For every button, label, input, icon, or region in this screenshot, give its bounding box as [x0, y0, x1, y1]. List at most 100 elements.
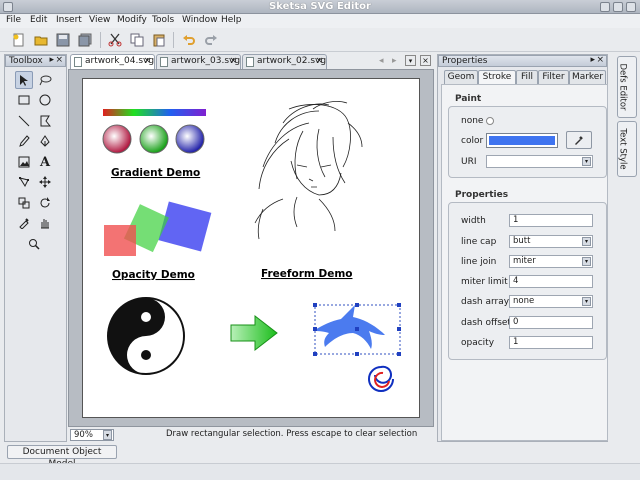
paste-icon[interactable] [150, 31, 167, 48]
anime-sketch[interactable] [254, 101, 363, 240]
ellipse-tool-icon[interactable] [36, 91, 54, 109]
line-join-value: miter [513, 256, 536, 266]
line-tool-icon[interactable] [15, 112, 33, 130]
line-cap-value: butt [513, 236, 531, 246]
red-gradient-circle[interactable] [102, 124, 132, 154]
eyedropper-tool-icon[interactable] [15, 214, 33, 232]
properties-group-label: Properties [455, 190, 509, 200]
yin-yang[interactable] [107, 297, 185, 375]
green-gradient-circle[interactable] [139, 124, 169, 154]
zoom-select[interactable]: 90% ▾ [70, 429, 114, 441]
dash-offset-input[interactable]: 0 [509, 316, 593, 329]
drawing-page[interactable]: Gradient Demo Opacity Demo Freeform Demo [82, 78, 420, 418]
pencil-tool-icon[interactable] [15, 132, 33, 150]
dash-array-select[interactable]: none ▾ [509, 295, 593, 308]
menu-modify[interactable]: Modify [117, 15, 147, 25]
document-tabs: artwork_04.svg × artwork_03.svg × artwork_… [68, 54, 434, 69]
move-tool-icon[interactable] [36, 173, 54, 191]
panel-close-icon[interactable]: × [55, 55, 63, 66]
opacity-label: opacity [461, 338, 495, 348]
hand-tool-icon[interactable] [36, 214, 54, 232]
tab-marker[interactable]: Marker [569, 70, 606, 84]
menu-edit[interactable]: Edit [30, 15, 47, 25]
color-swatch-button[interactable] [486, 133, 558, 148]
maximize-icon[interactable] [613, 2, 623, 12]
gradient-bar[interactable] [103, 109, 206, 116]
cut-icon[interactable] [106, 31, 123, 48]
line-join-select[interactable]: miter ▾ [509, 255, 593, 268]
tab-list-icon[interactable]: ▾ [405, 55, 416, 66]
image-tool-icon[interactable] [15, 153, 33, 171]
lasso-tool-icon[interactable] [36, 71, 54, 89]
close-document-icon[interactable]: × [420, 55, 431, 66]
main-toolbar [0, 28, 640, 52]
open-file-icon[interactable] [32, 31, 49, 48]
scroll-left-icon[interactable]: ◂ [379, 56, 384, 66]
node-edit-tool-icon[interactable] [15, 173, 33, 191]
copy-icon[interactable] [128, 31, 145, 48]
menu-insert[interactable]: Insert [56, 15, 82, 25]
save-all-icon[interactable] [76, 31, 93, 48]
tab-filter[interactable]: Filter [538, 70, 569, 84]
none-radio[interactable] [486, 117, 494, 125]
line-join-label: line join [461, 257, 497, 267]
menu-view[interactable]: View [89, 15, 110, 25]
line-cap-select[interactable]: butt ▾ [509, 235, 593, 248]
uri-select[interactable]: ▾ [486, 155, 593, 168]
defs-editor-tab[interactable]: Defs Editor [617, 56, 637, 118]
blue-gradient-circle[interactable] [175, 124, 205, 154]
redo-icon[interactable] [202, 31, 219, 48]
close-icon[interactable] [626, 2, 636, 12]
menu-help[interactable]: Help [221, 15, 242, 25]
text-tool-icon[interactable]: A [36, 153, 54, 171]
tab-geom[interactable]: Geom [444, 70, 478, 84]
panel-close-icon[interactable]: × [596, 55, 604, 66]
save-icon[interactable] [54, 31, 71, 48]
svg-file-icon [246, 57, 254, 67]
menu-window[interactable]: Window [182, 15, 218, 25]
text-style-tab[interactable]: Text Style [617, 121, 637, 177]
zoom-tool-icon[interactable] [25, 235, 43, 253]
window-title: Sketsa SVG Editor [269, 1, 371, 12]
menu-file[interactable]: File [6, 15, 21, 25]
pen-tool-icon[interactable] [36, 132, 54, 150]
status-bar: 90% ▾ Draw rectangular selection. Press e… [68, 428, 434, 442]
document-object-model-tab[interactable]: Document Object Model [7, 445, 117, 469]
tab-artwork-03[interactable]: artwork_03.svg × [156, 54, 241, 69]
transform-tool-icon[interactable] [15, 194, 33, 212]
swirl-logo[interactable] [368, 365, 394, 392]
tab-close-icon[interactable]: × [315, 55, 323, 68]
minimize-icon[interactable] [600, 2, 610, 12]
opacity-demo-shapes[interactable] [104, 201, 212, 256]
svg-file-icon [160, 57, 168, 67]
dash-array-label: dash array [461, 297, 510, 307]
scroll-right-icon[interactable]: ▸ [392, 56, 397, 66]
width-input[interactable]: 1 [509, 214, 593, 227]
tab-fill[interactable]: Fill [516, 70, 538, 84]
select-tool-icon[interactable] [15, 71, 33, 89]
opacity-input[interactable]: 1 [509, 336, 593, 349]
menu-tools[interactable]: Tools [152, 15, 174, 25]
panel-menu-icon[interactable]: ▸ [49, 55, 54, 66]
tab-stroke[interactable]: Stroke [478, 70, 516, 84]
tab-close-icon[interactable]: × [229, 55, 237, 68]
rectangle-tool-icon[interactable] [15, 91, 33, 109]
new-file-icon[interactable] [10, 31, 27, 48]
rotate-tool-icon[interactable] [36, 194, 54, 212]
dolphin[interactable] [313, 303, 401, 356]
defs-editor-label: Defs Editor [617, 63, 628, 111]
tab-close-icon[interactable]: × [143, 55, 151, 68]
dash-offset-label: dash offset [461, 318, 511, 328]
eyedropper-button[interactable] [566, 131, 592, 149]
polygon-tool-icon[interactable] [36, 112, 54, 130]
zoom-value: 90% [74, 430, 93, 440]
dash-array-value: none [513, 296, 535, 306]
undo-icon[interactable] [180, 31, 197, 48]
tab-artwork-04[interactable]: artwork_04.svg × [70, 54, 155, 69]
title-bar: Sketsa SVG Editor [0, 0, 640, 14]
green-arrow[interactable] [230, 314, 278, 352]
tab-artwork-02[interactable]: artwork_02.svg × [242, 54, 327, 69]
panel-menu-icon[interactable]: ▸ [590, 55, 595, 66]
text-style-label: Text Style [617, 128, 628, 170]
miter-limit-input[interactable]: 4 [509, 275, 593, 288]
